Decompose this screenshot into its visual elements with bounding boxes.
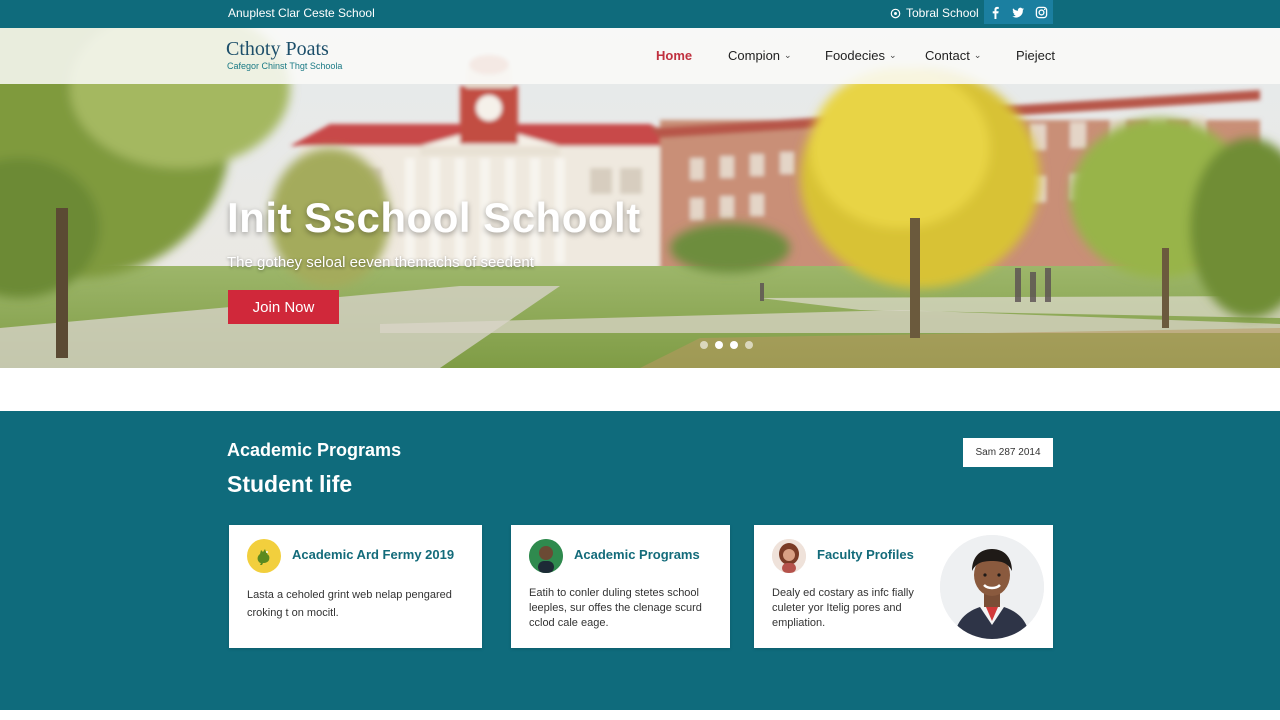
card-body-line: cclod cale eage.: [529, 617, 609, 629]
card-title: Academic Programs: [574, 547, 700, 562]
nav-contact-label: Contact: [925, 48, 970, 63]
card-body-line: croking t on mocitl.: [247, 607, 339, 619]
facebook-icon[interactable]: [984, 0, 1007, 24]
section-title: Academic Programs: [227, 440, 402, 460]
nav-pieject[interactable]: Pieject: [1016, 48, 1055, 63]
nav-contact[interactable]: Contact ⌄: [925, 48, 981, 63]
nav-home-label: Home: [656, 48, 693, 63]
section-subtitle: Student life: [227, 471, 353, 497]
chevron-down-icon: ⌄: [784, 50, 792, 60]
nav-home[interactable]: Home: [656, 48, 692, 63]
programs-section: Academic Programs Student life Sam 287 2…: [0, 411, 1280, 710]
card-body-line: culeter yor Itelig pores and: [772, 602, 902, 614]
site-logo-title[interactable]: Cthoty Poats: [226, 38, 329, 61]
nav-foodecies[interactable]: Foodecies ⌄: [825, 48, 897, 63]
join-now-button[interactable]: Join Now: [228, 290, 339, 324]
hero-subtitle: The gothey seloal eeven themachs of seed…: [227, 254, 534, 271]
nav-compion[interactable]: Compion ⌄: [728, 48, 792, 63]
top-bar: Anuplest Clar Ceste School Tobral School: [0, 0, 1280, 28]
carousel-dot[interactable]: [700, 341, 708, 349]
nav-pieject-label: Pieject: [1016, 48, 1056, 63]
top-bar-tagline: Anuplest Clar Ceste School: [228, 6, 375, 20]
faculty-portrait-image: [940, 535, 1044, 639]
card-title: Academic Ard Fermy 2019: [292, 547, 455, 562]
top-bar-school-link[interactable]: Tobral School: [890, 6, 979, 20]
program-card[interactable]: Academic Ard Fermy 2019 Lasta a ceholed …: [229, 525, 482, 648]
nav-foodecies-label: Foodecies: [825, 48, 885, 63]
hero-banner: Cthoty Poats Cafegor Chinst Thgt Schoola…: [0, 28, 1280, 368]
carousel-dot[interactable]: [745, 341, 753, 349]
carousel-dot[interactable]: [730, 341, 738, 349]
student-avatar-icon: [529, 539, 563, 573]
date-badge: Sam 287 2014: [963, 438, 1053, 467]
top-bar-school-label: Tobral School: [906, 6, 979, 20]
card-title: Faculty Profiles: [817, 547, 914, 562]
card-body: Dealy ed costary as infc fially culeter …: [772, 586, 914, 631]
program-card[interactable]: Academic Programs Eatih to conler duling…: [511, 525, 730, 648]
faculty-avatar-icon: [772, 539, 806, 573]
card-body-line: Dealy ed costary as infc fially: [772, 587, 914, 599]
social-links: [984, 0, 1053, 24]
hero-title: Init Sschool Schoolt: [227, 194, 641, 241]
card-body-line: Eatih to conler duling stetes school: [529, 587, 699, 599]
card-body: Lasta a ceholed grint web nelap pengared…: [247, 586, 452, 622]
card-body-line: Lasta a ceholed grint web nelap pengared: [247, 589, 452, 601]
nav-compion-label: Compion: [728, 48, 781, 63]
twitter-icon[interactable]: [1007, 0, 1030, 24]
footer-strip: [0, 710, 1280, 720]
carousel-indicators: [700, 341, 753, 349]
carousel-dot[interactable]: [715, 341, 723, 349]
location-icon: [890, 8, 901, 18]
program-card[interactable]: Faculty Profiles Dealy ed costary as inf…: [754, 525, 1053, 648]
chevron-down-icon: ⌄: [973, 50, 982, 60]
instagram-icon[interactable]: [1030, 0, 1053, 24]
main-navbar: Cthoty Poats Cafegor Chinst Thgt Schoola…: [0, 28, 1280, 84]
rooster-icon: [247, 539, 281, 573]
chevron-down-icon: ⌄: [888, 50, 897, 60]
site-logo-subtitle: Cafegor Chinst Thgt Schoola: [227, 61, 343, 71]
card-body-line: empliation.: [772, 617, 826, 629]
card-body: Eatih to conler duling stetes school lee…: [529, 586, 702, 631]
card-body-line: leeples, sur offes the clenage scurd: [529, 602, 702, 614]
